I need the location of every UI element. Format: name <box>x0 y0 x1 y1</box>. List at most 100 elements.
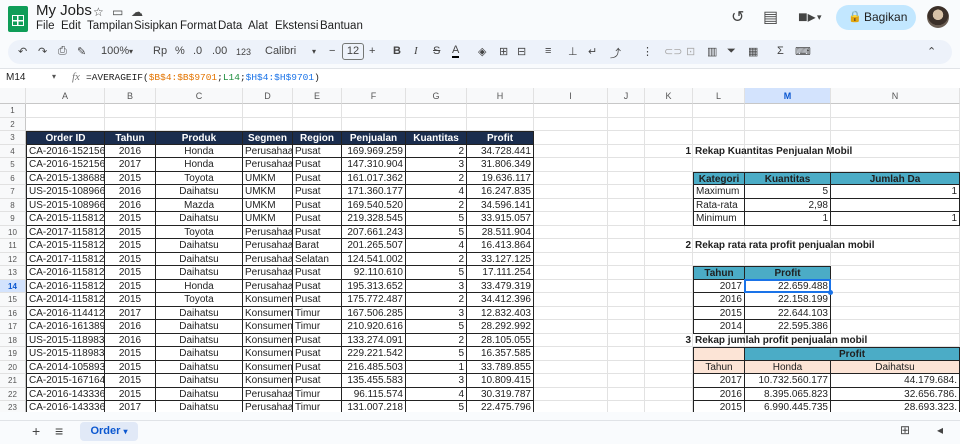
table-cell[interactable]: US-2015-118983 <box>26 333 105 347</box>
undo-icon[interactable]: ↶ <box>18 45 27 58</box>
rekap3-header-cell[interactable]: Honda <box>745 360 831 374</box>
table-cell[interactable]: Pusat <box>293 144 342 158</box>
table-cell[interactable]: Pusat <box>293 225 342 239</box>
avatar[interactable] <box>927 6 949 28</box>
table-cell[interactable]: 2016 <box>105 333 156 347</box>
table-cell[interactable]: Toyota <box>156 293 243 307</box>
table-cell[interactable]: 2015 <box>105 374 156 388</box>
table-cell[interactable]: Pusat <box>293 212 342 226</box>
table-cell[interactable]: 5 <box>406 401 467 412</box>
history-icon[interactable]: ↺ <box>731 7 744 27</box>
row-header-4[interactable]: 4 <box>0 144 26 158</box>
row-header-13[interactable]: 13 <box>0 266 26 280</box>
rekap1-cell[interactable]: 1 <box>831 185 960 199</box>
table-cell[interactable]: 147.310.904 <box>342 158 406 172</box>
row-header-20[interactable]: 20 <box>0 360 26 374</box>
rekap3-cell[interactable]: 28.693.323. <box>831 401 960 412</box>
rekap1-header-cell[interactable]: Jumlah Da <box>831 171 960 185</box>
row-header-1[interactable]: 1 <box>0 104 26 118</box>
table-cell[interactable]: Perusahaan <box>243 387 293 401</box>
decrease-decimal-button[interactable]: .0 <box>193 45 202 57</box>
name-box-dropdown-icon[interactable]: ▾ <box>52 72 56 81</box>
rekap1-cell[interactable]: 1 <box>831 212 960 226</box>
table-cell[interactable]: 5 <box>406 347 467 361</box>
menu-file[interactable]: File <box>36 20 55 32</box>
table-cell[interactable]: 3 <box>406 158 467 172</box>
table-cell[interactable]: 34.596.141 <box>467 198 534 212</box>
table-cell[interactable]: Konsumen <box>243 374 293 388</box>
table-cell[interactable]: 17.111.254 <box>467 266 534 280</box>
rekap3-cell[interactable]: 44.179.684. <box>831 374 960 388</box>
column-header-D[interactable]: D <box>243 88 293 104</box>
table-cell[interactable]: CA-2016-115812 <box>26 266 105 280</box>
all-sheets-icon[interactable]: ≡ <box>55 423 63 439</box>
menu-tools[interactable]: Alat <box>248 20 268 32</box>
column-header-M[interactable]: M <box>745 88 831 104</box>
table-cell[interactable]: Daihatsu <box>156 252 243 266</box>
table-cell[interactable]: Daihatsu <box>156 374 243 388</box>
column-header-G[interactable]: G <box>406 88 467 104</box>
print-icon[interactable]: ⎙ <box>58 45 67 58</box>
table-cell[interactable]: 3 <box>406 306 467 320</box>
menu-edit[interactable]: Edit <box>61 20 81 32</box>
table-cell[interactable]: 2017 <box>105 158 156 172</box>
star-icon[interactable]: ☆ <box>93 5 104 19</box>
strikethrough-icon[interactable]: S <box>433 45 440 57</box>
table-cell[interactable]: CA-2017-115812 <box>26 225 105 239</box>
vertical-align-icon[interactable]: ⊥ <box>568 45 578 58</box>
table-header-cell[interactable]: Kuantitas <box>406 131 467 145</box>
table-cell[interactable]: Perusahaan <box>243 239 293 253</box>
table-cell[interactable]: 2015 <box>105 239 156 253</box>
table-cell[interactable]: Daihatsu <box>156 360 243 374</box>
rekap2-cell[interactable]: 2017 <box>693 279 745 293</box>
table-cell[interactable]: Mazda <box>156 198 243 212</box>
filter-icon[interactable]: ⏷ <box>727 45 736 58</box>
row-header-16[interactable]: 16 <box>0 306 26 320</box>
table-cell[interactable]: 124.541.002 <box>342 252 406 266</box>
explore-collapse-icon[interactable]: ◂ <box>937 423 943 437</box>
table-cell[interactable]: CA-2016-115812 <box>26 279 105 293</box>
share-button[interactable]: 🔒 Bagikan <box>836 5 916 30</box>
table-cell[interactable]: 2015 <box>105 225 156 239</box>
table-cell[interactable]: 169.540.520 <box>342 198 406 212</box>
row-header-8[interactable]: 8 <box>0 198 26 212</box>
number-format-button[interactable]: 123 <box>236 47 251 57</box>
table-cell[interactable]: 28.105.055 <box>467 333 534 347</box>
formula-input[interactable]: =AVERAGEIF($B$4:$B$9701;L14;$H$4:$H$9701… <box>86 72 320 83</box>
more-options-icon[interactable]: ⋮ <box>642 45 653 58</box>
table-cell[interactable]: 2 <box>406 198 467 212</box>
table-cell[interactable]: Pusat <box>293 198 342 212</box>
row-header-9[interactable]: 9 <box>0 212 26 226</box>
table-cell[interactable]: 3 <box>406 279 467 293</box>
table-cell[interactable]: 207.661.243 <box>342 225 406 239</box>
table-cell[interactable]: Pusat <box>293 158 342 172</box>
table-cell[interactable]: 30.319.787 <box>467 387 534 401</box>
column-header-B[interactable]: B <box>105 88 156 104</box>
sheets-logo-icon[interactable] <box>8 6 28 32</box>
table-cell[interactable]: Honda <box>156 158 243 172</box>
table-cell[interactable]: 33.915.057 <box>467 212 534 226</box>
table-cell[interactable]: 3 <box>406 374 467 388</box>
table-cell[interactable]: 169.969.259 <box>342 144 406 158</box>
row-header-23[interactable]: 23 <box>0 401 26 412</box>
table-cell[interactable]: 2 <box>406 144 467 158</box>
rekap3-cell[interactable]: 10.732.560.177 <box>745 374 831 388</box>
text-rotation-icon[interactable]: ⤴ <box>610 45 621 61</box>
table-cell[interactable]: 92.110.610 <box>342 266 406 280</box>
table-cell[interactable]: Pusat <box>293 266 342 280</box>
rekap3-cell[interactable]: 2016 <box>693 387 745 401</box>
rekap3-cell[interactable]: 8.395.065.823 <box>745 387 831 401</box>
table-cell[interactable]: 2015 <box>105 387 156 401</box>
currency-format-button[interactable]: Rp <box>153 45 167 57</box>
rekap3-header-cell[interactable]: Tahun <box>693 360 745 374</box>
table-cell[interactable]: CA-2015-115812 <box>26 239 105 253</box>
table-cell[interactable]: Selatan <box>293 252 342 266</box>
table-cell[interactable]: 33.479.319 <box>467 279 534 293</box>
table-cell[interactable]: 2015 <box>105 266 156 280</box>
column-header-I[interactable]: I <box>534 88 608 104</box>
select-all-corner[interactable] <box>0 88 26 104</box>
row-header-21[interactable]: 21 <box>0 374 26 388</box>
table-cell[interactable]: 34.412.396 <box>467 293 534 307</box>
row-header-17[interactable]: 17 <box>0 320 26 334</box>
menu-extensions[interactable]: Ekstensi <box>275 20 318 32</box>
